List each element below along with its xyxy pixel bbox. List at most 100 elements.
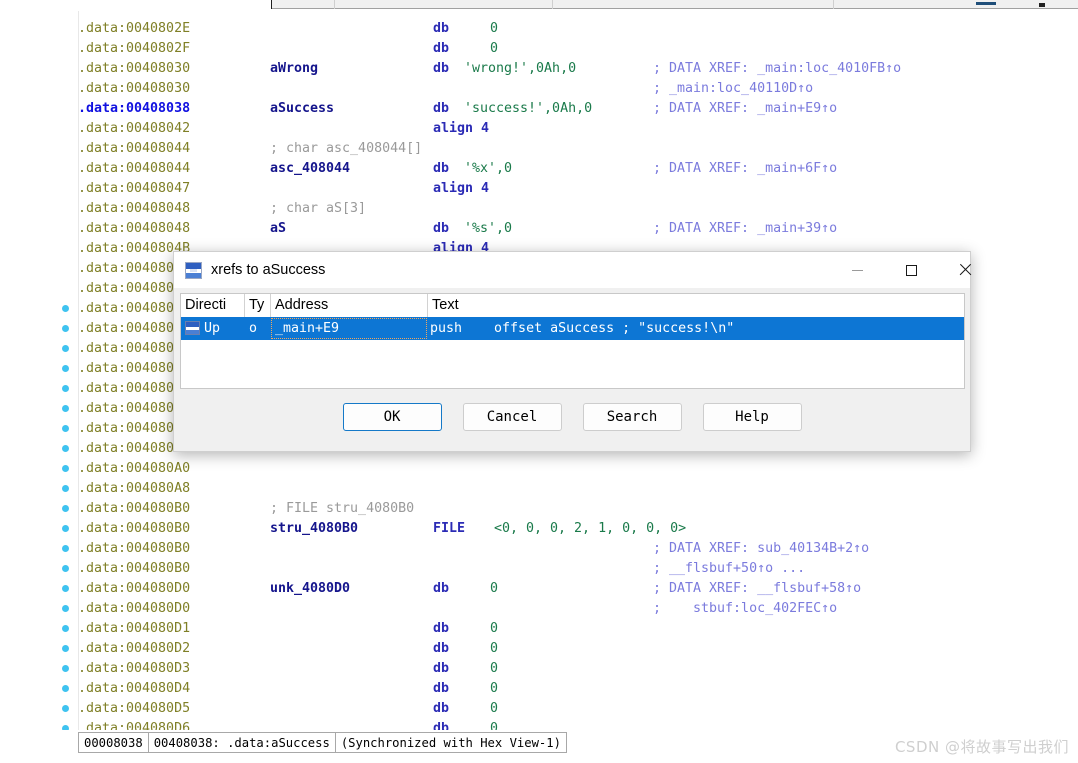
line-address: .data:00408042 (78, 121, 191, 136)
disassembly-line[interactable]: .data:00408038 aSuccess db 'success!',0Ah,0… (78, 99, 1078, 119)
gutter-marker-dot[interactable] (62, 465, 69, 472)
gutter-marker-dot[interactable] (62, 545, 69, 552)
line-operand: db (433, 581, 450, 596)
column-header-address[interactable]: Address (271, 294, 428, 317)
line-operand: db (433, 61, 450, 76)
disassembly-line[interactable]: .data:004080D4 db 0 (78, 679, 1078, 699)
line-xref-comment[interactable]: ; DATA XREF: __flsbuf+58↑o (653, 579, 861, 599)
maximize-button[interactable] (888, 252, 934, 288)
line-operand: '%s',0 (464, 221, 513, 236)
cell-direction: Up (204, 321, 221, 336)
xrefs-table[interactable]: Directi Ty Address Text Up o _main+E9 pu… (180, 293, 965, 389)
line-address: .data:004080D2 (78, 641, 191, 656)
line-symbol-name[interactable]: aS (270, 219, 286, 239)
line-address: .data:004080D1 (78, 621, 191, 636)
line-xref-comment[interactable]: ; DATA XREF: _main+39↑o (653, 219, 837, 239)
disassembly-line[interactable]: .data:004080B0 ; DATA XREF: sub_40134B+2↑… (78, 539, 1078, 559)
column-header-separator[interactable] (833, 0, 834, 9)
dialog-title-bar[interactable]: xrefs to aSuccess (174, 252, 970, 288)
disassembly-line[interactable]: .data:004080A8 (78, 479, 1078, 499)
gutter-marker-dot[interactable] (62, 625, 69, 632)
disassembly-line[interactable]: .data:0040802F db 0 (78, 39, 1078, 59)
gutter-marker-dot[interactable] (62, 385, 69, 392)
gutter-marker-dot[interactable] (62, 445, 69, 452)
disassembly-line[interactable]: .data:00408044 ; char asc_408044[] (78, 139, 1078, 159)
disassembly-line[interactable]: .data:00408030 ; _main:loc_40110D↑o (78, 79, 1078, 99)
column-header-bar[interactable] (271, 0, 1078, 9)
line-address: .data:004080B0 (78, 541, 191, 556)
column-header-separator[interactable] (552, 0, 553, 9)
gutter-marker-dot[interactable] (62, 705, 69, 712)
dialog-footer (174, 438, 970, 451)
gutter-marker-dot[interactable] (62, 405, 69, 412)
cell-text: push offset aSuccess ; "success!\n" (430, 321, 735, 336)
disassembly-line[interactable]: .data:00408044 asc_408044 db '%x',0 ; DATA X… (78, 159, 1078, 179)
line-operand: 0 (490, 581, 499, 596)
line-operand: '%x',0 (464, 161, 513, 176)
line-symbol-name[interactable]: stru_4080B0 (270, 519, 358, 539)
gutter-marker-dot[interactable] (62, 565, 69, 572)
line-symbol-name[interactable]: unk_4080D0 (270, 579, 350, 599)
gutter-marker-dot[interactable] (62, 525, 69, 532)
disassembly-line[interactable]: .data:004080B0 stru_4080B0 FILE <0, 0, 0, 2… (78, 519, 1078, 539)
gutter-marker-dot[interactable] (62, 425, 69, 432)
disassembly-line[interactable]: .data:004080B0 ; FILE stru_4080B0 (78, 499, 1078, 519)
disassembly-line[interactable]: .data:004080A0 (78, 459, 1078, 479)
disassembly-line[interactable]: .data:004080D0 unk_4080D0 db 0 ; DATA XREF: … (78, 579, 1078, 599)
gutter-marker-dot[interactable] (62, 305, 69, 312)
breakpoint-gutter[interactable] (0, 11, 79, 752)
close-icon (958, 263, 972, 277)
help-button[interactable]: Help (702, 403, 802, 431)
line-operand: 0 (490, 701, 499, 716)
column-header-direction[interactable]: Directi (181, 294, 245, 317)
gutter-marker-dot[interactable] (62, 605, 69, 612)
gutter-marker-dot[interactable] (62, 345, 69, 352)
cancel-button[interactable]: Cancel (462, 403, 562, 431)
line-xref-comment[interactable]: ; DATA XREF: _main+E9↑o (653, 99, 837, 119)
disassembly-line[interactable]: .data:0040802E db 0 (78, 19, 1078, 39)
gutter-marker-dot[interactable] (62, 585, 69, 592)
gutter-marker-dot[interactable] (62, 685, 69, 692)
disassembly-line[interactable]: .data:00408042 align 4 (78, 119, 1078, 139)
disassembly-line[interactable]: .data:00408047 align 4 (78, 179, 1078, 199)
line-operand: db (433, 161, 450, 176)
gutter-marker-dot[interactable] (62, 485, 69, 492)
line-address: .data:004080D5 (78, 701, 191, 716)
search-button[interactable]: Search (582, 403, 682, 431)
disassembly-line[interactable]: .data:004080D1 db 0 (78, 619, 1078, 639)
disassembly-line[interactable]: .data:00408048 ; char aS[3] (78, 199, 1078, 219)
line-address: .data:004080B0 (78, 501, 191, 516)
line-symbol-name[interactable]: aWrong (270, 59, 318, 79)
table-row[interactable]: Up o _main+E9 push offset aSuccess ; "su… (181, 317, 964, 340)
minimize-button[interactable] (834, 252, 880, 288)
line-xref-comment[interactable]: ; DATA XREF: sub_40134B+2↑o (653, 539, 869, 559)
gutter-marker-dot[interactable] (62, 665, 69, 672)
line-symbol-name[interactable]: asc_408044 (270, 159, 350, 179)
line-symbol-name[interactable]: aSuccess (270, 99, 334, 119)
disassembly-line[interactable]: .data:004080D0 ; stbuf:loc_402FEC↑o (78, 599, 1078, 619)
column-header-separator[interactable] (334, 0, 335, 9)
line-xref-comment[interactable]: ; __flsbuf+50↑o ... (653, 559, 805, 579)
ok-button[interactable]: OK (342, 403, 442, 431)
disassembly-line[interactable]: .data:004080B0 ; __flsbuf+50↑o ... (78, 559, 1078, 579)
status-address: 00408038: .data:aSuccess (149, 733, 336, 752)
disassembly-line[interactable]: .data:004080D5 db 0 (78, 699, 1078, 719)
disassembly-line[interactable]: .data:004080D2 db 0 (78, 639, 1078, 659)
disassembly-line[interactable]: .data:00408048 aS db '%s',0 ; DATA XREF: _ma… (78, 219, 1078, 239)
line-address: .data:004080B0 (78, 561, 191, 576)
gutter-marker-dot[interactable] (62, 645, 69, 652)
close-button[interactable] (942, 252, 988, 288)
line-address: .data:004080A0 (78, 461, 191, 476)
line-xref-comment[interactable]: ; _main:loc_40110D↑o (653, 79, 813, 99)
line-xref-comment[interactable]: ; DATA XREF: _main:loc_4010FB↑o (653, 59, 901, 79)
line-xref-comment[interactable]: ; stbuf:loc_402FEC↑o (653, 599, 837, 619)
disassembly-line[interactable]: .data:00408030 aWrong db 'wrong!',0Ah,0 ; DA… (78, 59, 1078, 79)
disassembly-line[interactable]: .data:004080D3 db 0 (78, 659, 1078, 679)
gutter-marker-dot[interactable] (62, 505, 69, 512)
column-header-type[interactable]: Ty (245, 294, 271, 317)
line-xref-comment[interactable]: ; DATA XREF: _main+6F↑o (653, 159, 837, 179)
gutter-marker-dot[interactable] (62, 325, 69, 332)
gutter-marker-dot[interactable] (62, 365, 69, 372)
column-header-text[interactable]: Text (428, 294, 964, 317)
line-operand: db (433, 221, 450, 236)
